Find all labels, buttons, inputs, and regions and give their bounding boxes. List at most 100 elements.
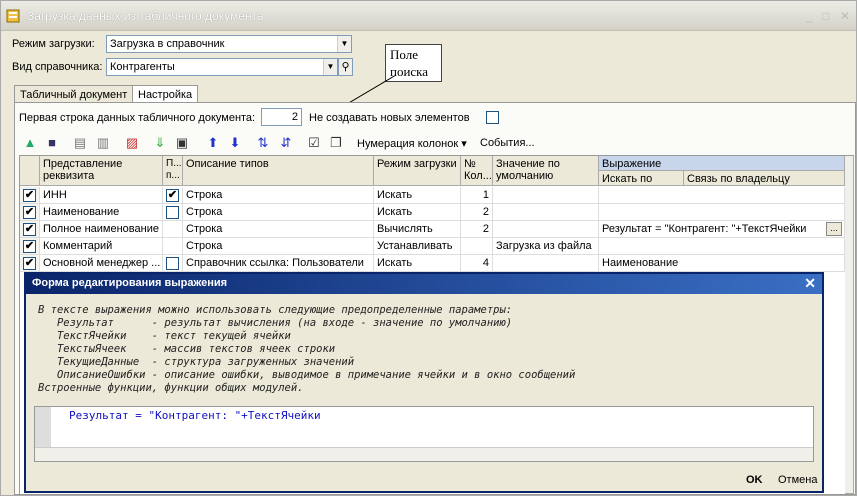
cell-default[interactable]: [493, 255, 599, 272]
cell-mode[interactable]: Искать: [374, 204, 461, 221]
close-icon[interactable]: ✕: [840, 9, 850, 23]
row-checkbox[interactable]: ✔: [23, 223, 36, 236]
cancel-button[interactable]: Отмена: [774, 472, 821, 488]
row-checkbox[interactable]: ✔: [23, 240, 36, 253]
sort-desc-icon[interactable]: ⇵: [277, 134, 295, 152]
header-types[interactable]: Описание типов: [183, 156, 374, 186]
grid-scrollbar[interactable]: [845, 156, 854, 494]
cell-search[interactable]: ✔: [163, 187, 183, 204]
close-icon[interactable]: ✕: [804, 275, 816, 292]
kind-select[interactable]: Контрагенты ▼: [106, 58, 338, 76]
row-checkbox[interactable]: ✔: [23, 257, 36, 270]
cell-search[interactable]: [163, 204, 183, 221]
row-checkbox[interactable]: ✔: [23, 189, 36, 202]
cell-mode[interactable]: Искать: [374, 187, 461, 204]
cell-types[interactable]: Строка: [183, 187, 374, 204]
cell-name[interactable]: Комментарий: [40, 238, 163, 255]
expression-editor[interactable]: Результат = "Контрагент: "+ТекстЯчейки: [34, 406, 814, 462]
editor-scrollbar[interactable]: [35, 447, 813, 461]
cell-types[interactable]: Строка: [183, 204, 374, 221]
checkall-icon[interactable]: ☑: [305, 134, 323, 152]
header-default[interactable]: Значение по умолчанию: [493, 156, 599, 186]
events-button[interactable]: События...: [480, 137, 535, 149]
no-new-checkbox[interactable]: [486, 111, 499, 124]
sort-asc-icon[interactable]: ⇅: [254, 134, 272, 152]
cell-expr[interactable]: Результат = "Контрагент: "+ТекстЯчейки..…: [599, 221, 845, 238]
cell-mode[interactable]: Вычислять: [374, 221, 461, 238]
cell-search[interactable]: [163, 238, 183, 255]
header-check: [20, 156, 40, 186]
header-search-by[interactable]: Искать по: [599, 171, 684, 186]
load-icon[interactable]: ▲: [21, 134, 39, 152]
cell-types[interactable]: Строка: [183, 238, 374, 255]
cell-text: Комментарий: [43, 240, 113, 252]
ok-button[interactable]: OK: [742, 472, 767, 488]
window-title: Загрузка данных из табличного документа: [27, 9, 264, 23]
row-check-cell[interactable]: ✔: [20, 221, 40, 238]
search-checkbox[interactable]: ✔: [166, 189, 179, 202]
minimize-icon[interactable]: _: [806, 9, 813, 23]
cell-default[interactable]: [493, 221, 599, 238]
cell-name[interactable]: Наименование: [40, 204, 163, 221]
chevron-down-icon[interactable]: ▼: [323, 59, 337, 75]
header-mode[interactable]: Режим загрузки: [374, 156, 461, 186]
import-icon[interactable]: ⇓: [151, 134, 169, 152]
header-name[interactable]: Представление реквизита: [40, 156, 163, 186]
cell-expr[interactable]: [599, 204, 845, 221]
row-check-cell[interactable]: ✔: [20, 204, 40, 221]
cell-name[interactable]: Полное наименование: [40, 221, 163, 238]
mode-value: Загрузка в справочник: [110, 38, 225, 50]
cell-mode[interactable]: Устанавливать: [374, 238, 461, 255]
cell-text: Искать: [377, 206, 413, 218]
cell-expr[interactable]: [599, 238, 845, 255]
row-check-cell[interactable]: ✔: [20, 255, 40, 272]
cell-mode[interactable]: Искать: [374, 255, 461, 272]
expression-code[interactable]: Результат = "Контрагент: "+ТекстЯчейки: [69, 409, 321, 422]
save-icon[interactable]: ■: [43, 134, 61, 152]
cell-text: Справочник ссылка: Пользователи: [186, 257, 364, 269]
header-search[interactable]: П... п...: [163, 156, 183, 186]
cell-col[interactable]: 2: [461, 221, 493, 238]
cell-name[interactable]: Основной менеджер ...: [40, 255, 163, 272]
search-icon[interactable]: ⚲: [338, 58, 353, 76]
cell-expr[interactable]: Наименование: [599, 255, 845, 272]
cell-name[interactable]: ИНН: [40, 187, 163, 204]
header-col[interactable]: № Кол...: [461, 156, 493, 186]
header-expr[interactable]: Выражение: [599, 156, 845, 171]
row-checkbox[interactable]: ✔: [23, 206, 36, 219]
cell-default[interactable]: [493, 204, 599, 221]
ok-save-icon[interactable]: ▣: [173, 134, 191, 152]
copy-icon[interactable]: ▤: [71, 134, 89, 152]
uncheckall-icon[interactable]: ❐: [327, 134, 345, 152]
cell-default[interactable]: [493, 187, 599, 204]
cell-default[interactable]: Загрузка из файла: [493, 238, 599, 255]
cell-search[interactable]: [163, 255, 183, 272]
arrow-down-icon[interactable]: ⬇: [226, 134, 244, 152]
tab-table-document[interactable]: Табличный документ: [14, 85, 134, 103]
paste-icon[interactable]: ▥: [94, 134, 112, 152]
editor-gutter: [35, 407, 51, 447]
header-owner[interactable]: Связь по владельцу: [684, 171, 845, 186]
chevron-down-icon[interactable]: ▼: [337, 36, 351, 52]
chart-icon[interactable]: ▨: [123, 134, 141, 152]
row-check-cell[interactable]: ✔: [20, 187, 40, 204]
arrow-up-icon[interactable]: ⬆: [204, 134, 222, 152]
row-check-cell[interactable]: ✔: [20, 238, 40, 255]
first-row-input[interactable]: 2: [261, 108, 302, 126]
cell-expr[interactable]: [599, 187, 845, 204]
maximize-icon[interactable]: □: [822, 9, 829, 23]
edit-expression-button[interactable]: ...: [826, 222, 842, 236]
cell-col[interactable]: 4: [461, 255, 493, 272]
cell-types[interactable]: Строка: [183, 221, 374, 238]
cell-text: 2: [482, 206, 489, 218]
cell-col[interactable]: 1: [461, 187, 493, 204]
cell-types[interactable]: Справочник ссылка: Пользователи: [183, 255, 374, 272]
numbering-menu[interactable]: Нумерация колонок ▾: [357, 137, 467, 150]
cell-col[interactable]: 2: [461, 204, 493, 221]
dialog-title-bar: Форма редактирования выражения ✕: [26, 274, 822, 294]
search-checkbox[interactable]: [166, 206, 179, 219]
mode-select[interactable]: Загрузка в справочник ▼: [106, 35, 352, 53]
cell-search[interactable]: [163, 221, 183, 238]
search-checkbox[interactable]: [166, 257, 179, 270]
cell-col[interactable]: [461, 238, 493, 255]
